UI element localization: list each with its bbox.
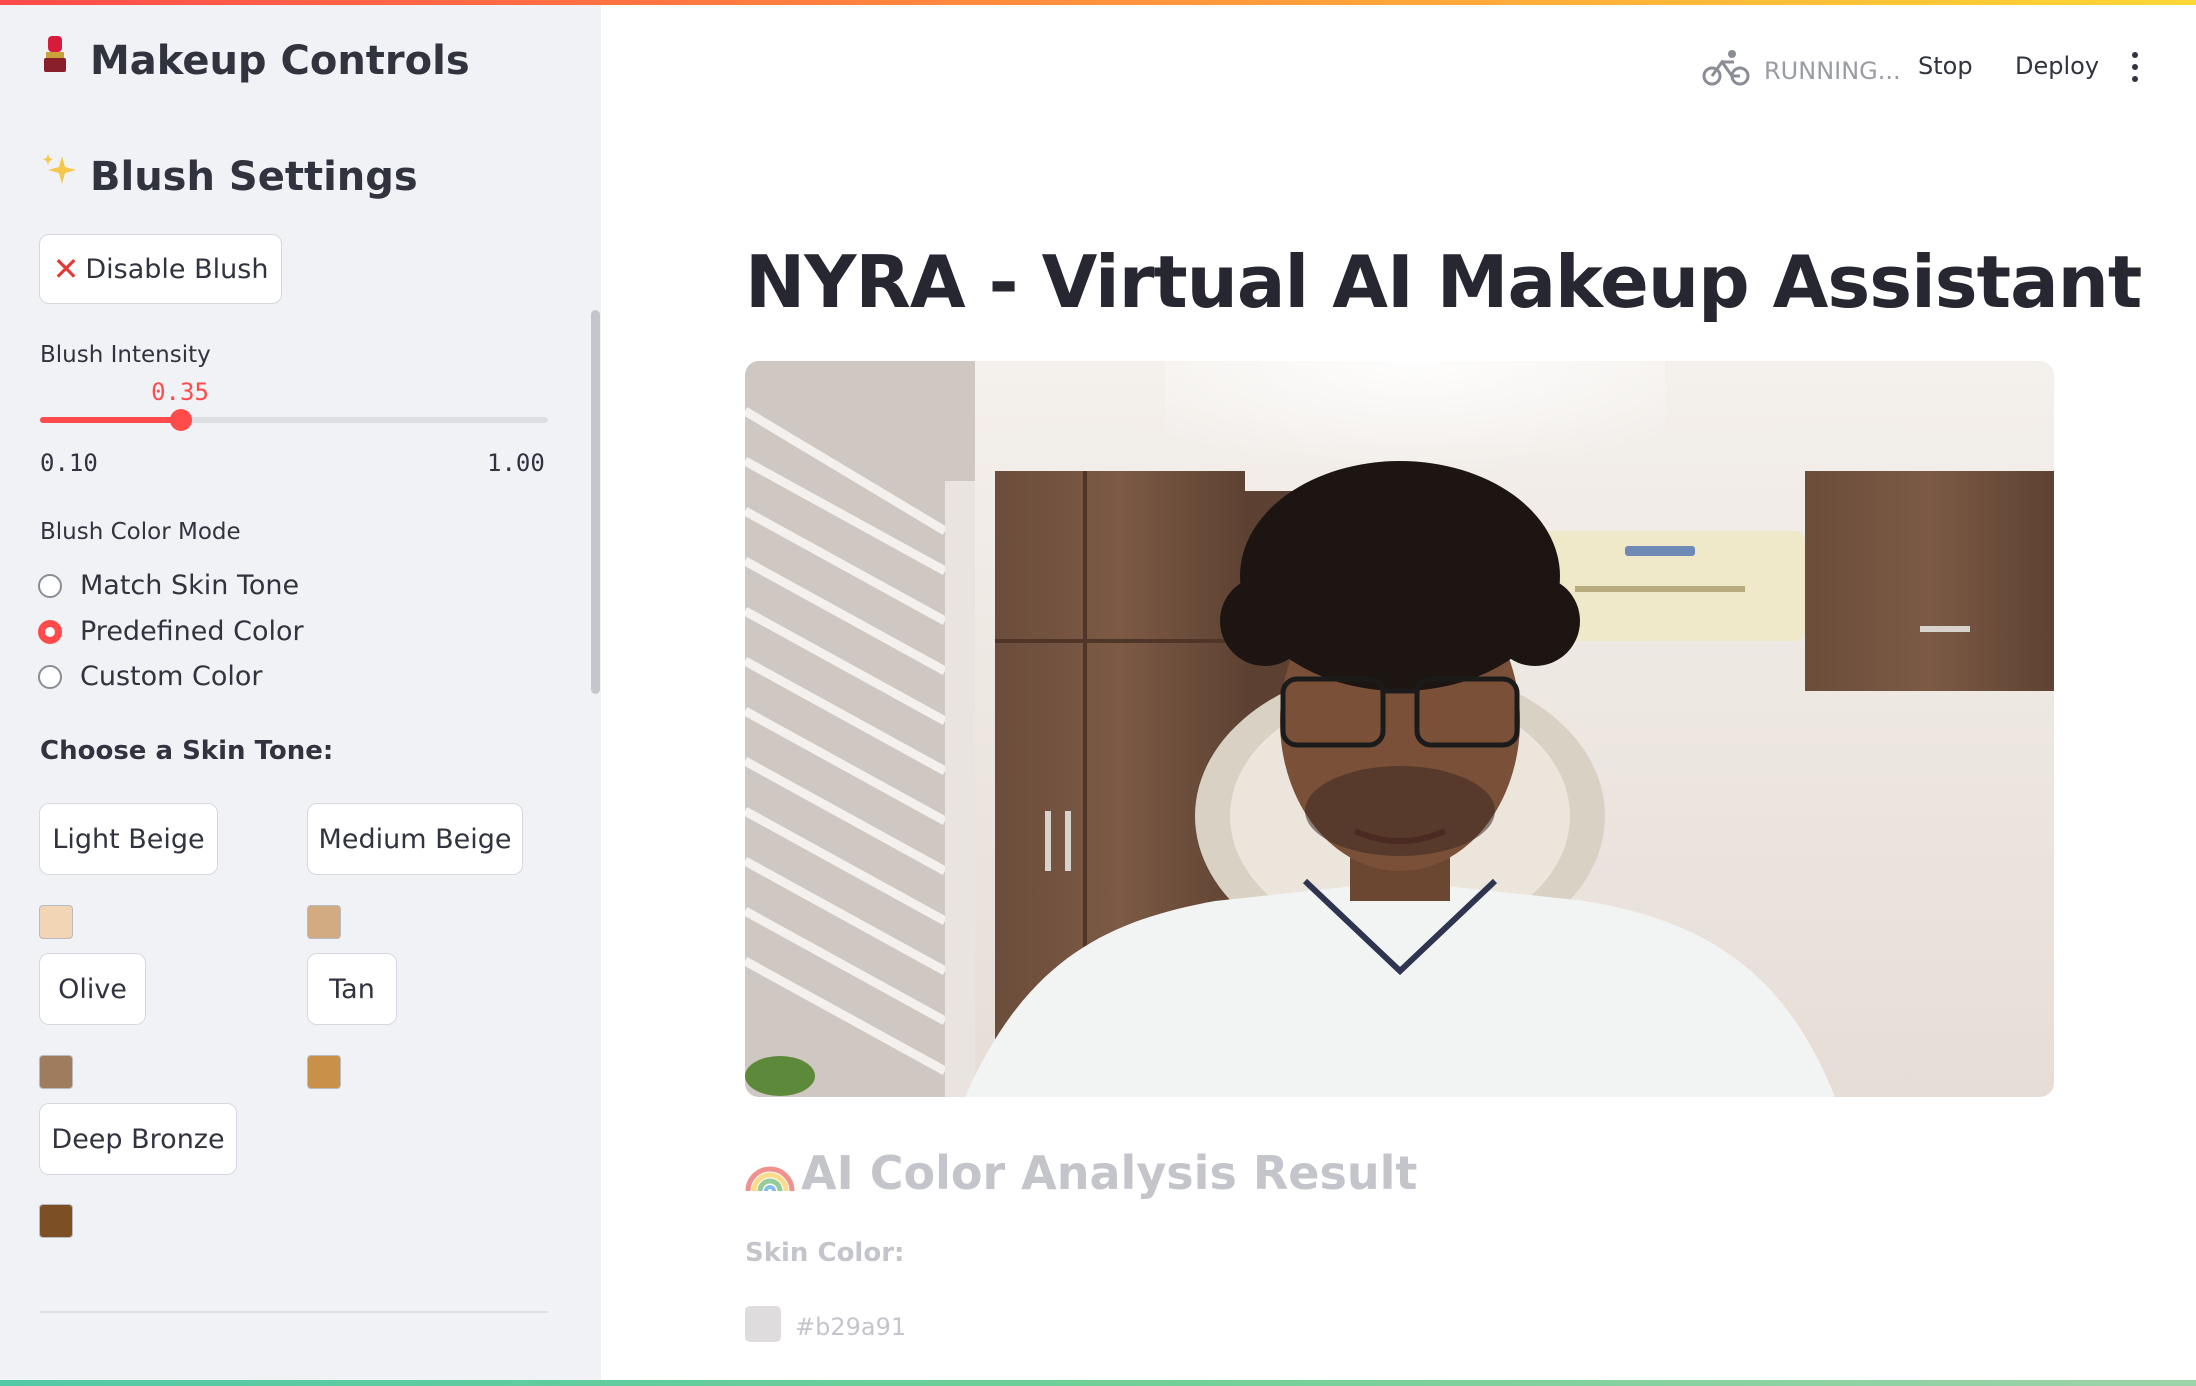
status-text: RUNNING... [1764,57,1901,85]
webcam-feed [745,361,2054,1097]
disable-blush-button[interactable]: ✕ Disable Blush [39,234,282,304]
blush-intensity-label: Blush Intensity [40,342,211,368]
sidebar: Makeup Controls Blush Settings ✕ Disable… [0,0,601,1386]
slider-value: 0.35 [151,378,209,406]
blush-color-mode-label: Blush Color Mode [40,519,241,545]
olive-button[interactable]: Olive [39,953,146,1025]
page-title: NYRA - Virtual AI Makeup Assistant [745,240,2142,324]
sidebar-title: Makeup Controls [40,34,470,84]
sidebar-divider [40,1311,548,1313]
skin-color-label: Skin Color: [745,1238,905,1268]
deep-bronze-button[interactable]: Deep Bronze [39,1103,237,1175]
close-icon: ✕ [52,250,80,288]
stop-button[interactable]: Stop [1918,52,1973,80]
rainbow-icon [745,1147,795,1204]
top-decoration-bar [0,0,2196,5]
sparkles-icon [40,150,80,200]
medium-beige-button[interactable]: Medium Beige [307,803,523,875]
radio-predefined-color[interactable]: Predefined Color [38,616,304,647]
radio-button[interactable] [38,573,62,598]
more-vertical-icon[interactable] [2130,52,2140,82]
skin-color-swatch [745,1306,781,1342]
deep-bronze-swatch [39,1204,73,1238]
slider-thumb[interactable] [170,409,193,431]
light-beige-button[interactable]: Light Beige [39,803,218,875]
deploy-button[interactable]: Deploy [2015,52,2099,80]
skin-color-hex: #b29a91 [795,1313,907,1341]
medium-beige-swatch [307,905,341,939]
sidebar-scrollbar[interactable] [591,310,600,694]
bicycle-icon [1702,48,1750,94]
light-beige-swatch [39,905,73,939]
radio-match-skin-tone[interactable]: Match Skin Tone [38,570,299,601]
radio-custom-color[interactable]: Custom Color [38,661,263,692]
blush-settings-heading: Blush Settings [40,150,418,200]
olive-swatch [39,1055,73,1089]
disable-blush-label: Disable Blush [85,253,269,285]
lipstick-icon [40,34,80,84]
skin-tone-heading: Choose a Skin Tone: [40,736,334,766]
bottom-decoration-bar [0,1380,2196,1386]
running-status: RUNNING... [1702,48,1901,94]
tan-button[interactable]: Tan [307,953,397,1025]
slider-fill [40,417,182,423]
tan-swatch [307,1055,341,1089]
analysis-heading: AI Color Analysis Result [745,1146,1417,1204]
radio-button[interactable] [38,664,62,689]
slider-min: 0.10 [40,449,98,477]
radio-button-selected[interactable] [38,619,62,644]
slider-max: 1.00 [487,449,545,477]
blush-intensity-slider[interactable] [40,409,548,431]
